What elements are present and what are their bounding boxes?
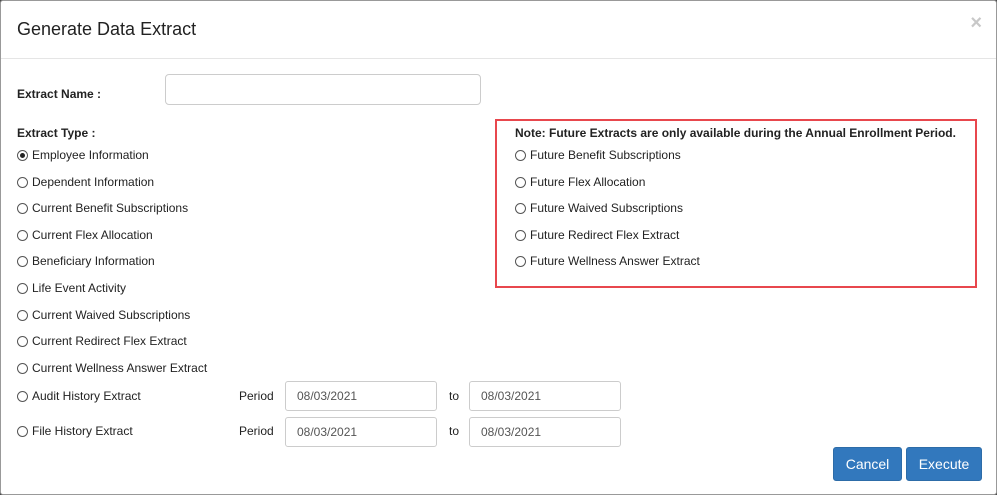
file-period-to-input[interactable] <box>469 417 621 447</box>
audit-period-label: Period <box>239 389 274 403</box>
radio-label: Future Waived Subscriptions <box>530 201 683 215</box>
radio-button[interactable] <box>17 176 28 188</box>
radio-label: Dependent Information <box>32 175 155 189</box>
extract-type-label: Extract Type : <box>17 126 96 140</box>
radio-button[interactable] <box>17 282 28 294</box>
close-icon[interactable]: × <box>970 13 982 33</box>
radio-label: Beneficiary Information <box>32 254 155 268</box>
radio-label: Current Wellness Answer Extract <box>32 361 208 375</box>
radio-future-wellness-answer-extract[interactable]: Future Wellness Answer Extract <box>515 253 700 269</box>
radio-button[interactable] <box>515 176 526 188</box>
radio-label: File History Extract <box>32 424 133 438</box>
cancel-button[interactable]: Cancel <box>833 447 902 481</box>
radio-button[interactable] <box>17 202 28 214</box>
radio-button[interactable] <box>17 309 28 321</box>
radio-label: Future Benefit Subscriptions <box>530 148 681 162</box>
audit-period-to-input[interactable] <box>469 381 621 411</box>
file-period-from-input[interactable] <box>285 417 437 447</box>
radio-label: Current Waived Subscriptions <box>32 308 191 322</box>
radio-button[interactable] <box>515 255 526 267</box>
execute-button[interactable]: Execute <box>906 447 982 481</box>
radio-button[interactable] <box>17 229 28 241</box>
radio-current-redirect-flex-extract[interactable]: Current Redirect Flex Extract <box>17 333 187 349</box>
radio-button[interactable] <box>17 149 28 161</box>
radio-future-waived-subscriptions[interactable]: Future Waived Subscriptions <box>515 200 683 216</box>
audit-period-to-label: to <box>449 389 460 403</box>
radio-label: Life Event Activity <box>32 281 127 295</box>
radio-label: Employee Information <box>32 148 149 162</box>
radio-current-waived-subscriptions[interactable]: Current Waived Subscriptions <box>17 307 190 323</box>
radio-future-flex-allocation[interactable]: Future Flex Allocation <box>515 174 645 190</box>
radio-button[interactable] <box>17 362 28 374</box>
future-extracts-note: Note: Future Extracts are only available… <box>515 126 956 140</box>
audit-period-from-input[interactable] <box>285 381 437 411</box>
file-period-label: Period <box>239 424 274 438</box>
radio-current-flex-allocation[interactable]: Current Flex Allocation <box>17 227 153 243</box>
radio-label: Current Benefit Subscriptions <box>32 201 189 215</box>
radio-label: Current Redirect Flex Extract <box>32 334 187 348</box>
radio-beneficiary-information[interactable]: Beneficiary Information <box>17 253 155 269</box>
radio-button[interactable] <box>17 335 28 347</box>
dialog-header: Generate Data Extract × <box>1 1 996 59</box>
radio-button[interactable] <box>17 425 28 437</box>
radio-file-history-extract[interactable]: File History Extract <box>17 423 133 439</box>
radio-label: Audit History Extract <box>32 389 141 403</box>
radio-future-benefit-subscriptions[interactable]: Future Benefit Subscriptions <box>515 147 681 163</box>
extract-name-label: Extract Name : <box>17 87 102 101</box>
generate-data-extract-dialog: Generate Data Extract × Extract Name : E… <box>0 0 997 495</box>
radio-label: Current Flex Allocation <box>32 228 153 242</box>
radio-label: Future Flex Allocation <box>530 175 646 189</box>
radio-button[interactable] <box>17 255 28 267</box>
radio-button[interactable] <box>17 390 28 402</box>
radio-button[interactable] <box>515 202 526 214</box>
radio-button[interactable] <box>515 229 526 241</box>
radio-label: Future Redirect Flex Extract <box>530 228 680 242</box>
radio-life-event-activity[interactable]: Life Event Activity <box>17 280 126 296</box>
extract-name-input[interactable] <box>165 74 481 105</box>
file-period-to-label: to <box>449 424 460 438</box>
dialog-title: Generate Data Extract <box>17 19 197 39</box>
radio-current-benefit-subscriptions[interactable]: Current Benefit Subscriptions <box>17 200 188 216</box>
radio-button[interactable] <box>515 149 526 161</box>
radio-dependent-information[interactable]: Dependent Information <box>17 174 154 190</box>
radio-future-redirect-flex-extract[interactable]: Future Redirect Flex Extract <box>515 227 679 243</box>
radio-current-wellness-answer-extract[interactable]: Current Wellness Answer Extract <box>17 360 207 376</box>
radio-label: Future Wellness Answer Extract <box>530 254 700 268</box>
radio-audit-history-extract[interactable]: Audit History Extract <box>17 388 141 404</box>
radio-employee-information[interactable]: Employee Information <box>17 147 149 163</box>
